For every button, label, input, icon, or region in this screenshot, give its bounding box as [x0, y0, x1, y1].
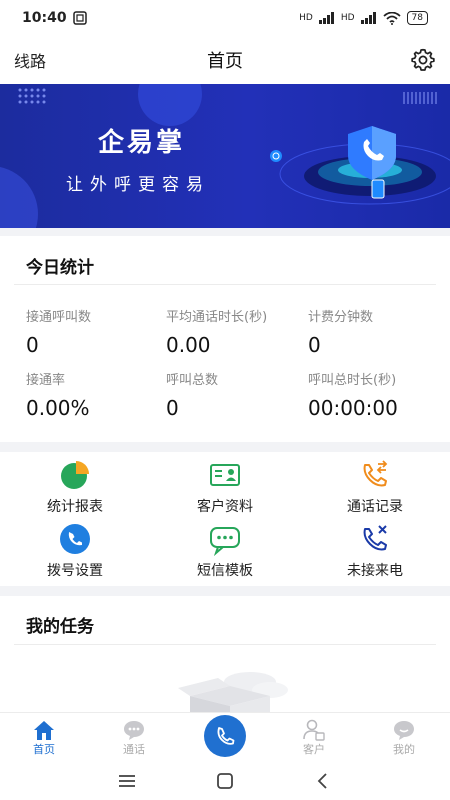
tasks-title: 我的任务 [26, 617, 94, 637]
stat-value: 0.00% [26, 396, 90, 420]
feature-menu: 统计报表 客户资料 通话记录 拨号设置 短信模板 未接来电 [0, 452, 450, 586]
stat-label: 呼叫总数 [166, 373, 219, 388]
tab-label: 我的 [393, 743, 415, 756]
phone-icon [217, 727, 235, 745]
stat-value: 0.00 [166, 333, 211, 357]
menu-dial-settings[interactable]: 拨号设置 [0, 522, 150, 580]
stat-value: 0 [166, 396, 179, 420]
person-icon [303, 719, 325, 741]
pie-chart-icon [61, 461, 89, 489]
tab-label: 首页 [33, 743, 55, 756]
stats-divider [14, 284, 436, 285]
home-button-icon[interactable] [214, 770, 236, 792]
banner-title: 企易掌 [98, 128, 186, 158]
stat-value: 00:00:00 [308, 396, 398, 420]
stat-connect-rate: 接通率 0.00% [26, 369, 90, 420]
stats-title: 今日统计 [26, 258, 94, 278]
sms-template-icon [210, 527, 240, 556]
page-title: 首页 [207, 51, 243, 72]
back-icon[interactable] [312, 770, 334, 792]
stat-label: 接通呼叫数 [26, 310, 92, 325]
promo-banner[interactable]: 企易掌 让外呼更容易 [0, 84, 450, 228]
stat-total-calls: 呼叫总数 0 [166, 369, 218, 420]
stat-billing-minutes: 计费分钟数 0 [308, 306, 373, 357]
menu-label: 通话记录 [347, 499, 403, 515]
today-stats-card: 今日统计 接通呼叫数 0 平均通话时长(秒) 0.00 计费分钟数 0 接通率 … [0, 236, 450, 442]
status-time: 10:40 [22, 10, 67, 26]
gear-icon[interactable] [410, 47, 436, 73]
stat-value: 0 [308, 333, 321, 357]
menu-label: 拨号设置 [47, 563, 103, 579]
network-label-1: HD [299, 13, 313, 23]
system-nav-bar [0, 762, 450, 800]
menu-label: 统计报表 [47, 499, 103, 515]
tab-calls[interactable]: 通话 [104, 719, 164, 757]
stat-label: 平均通话时长(秒) [166, 310, 268, 325]
stat-total-duration: 呼叫总时长(秒) 00:00:00 [308, 369, 398, 420]
signal-icon [318, 12, 334, 24]
chat-icon [124, 721, 144, 740]
network-label-2: HD [340, 13, 355, 23]
line-button[interactable]: 线路 [14, 48, 46, 72]
signal-icon-2 [360, 12, 376, 24]
contact-card-icon [210, 464, 240, 486]
menu-label: 客户资料 [197, 499, 253, 515]
tab-dial[interactable] [204, 715, 246, 757]
stat-label: 接通率 [26, 373, 66, 388]
status-bar: 10:40 HD HD 78 [0, 0, 450, 36]
stat-connected-calls: 接通呼叫数 0 [26, 306, 91, 357]
missed-call-icon [363, 525, 387, 551]
empty-box-illustration [178, 672, 288, 712]
menu-icon[interactable] [116, 770, 138, 792]
menu-stats-report[interactable]: 统计报表 [0, 458, 150, 516]
tab-customers[interactable]: 客户 [284, 719, 344, 757]
bottom-tab-bar: 首页 通话 客户 我的 [0, 712, 450, 762]
menu-customer-info[interactable]: 客户资料 [150, 458, 300, 516]
app-header: 线路 首页 [0, 36, 450, 84]
tab-label: 通话 [123, 743, 145, 756]
battery-indicator: 78 [406, 11, 428, 25]
home-icon [34, 721, 54, 740]
menu-call-log[interactable]: 通话记录 [300, 458, 450, 516]
banner-subtitle: 让外呼更容易 [66, 175, 210, 195]
status-left: 10:40 [22, 10, 87, 26]
banner-decoration [0, 84, 450, 228]
my-tasks-card: 我的任务 [0, 596, 450, 712]
call-log-icon [363, 460, 388, 487]
profile-icon [394, 721, 414, 740]
wifi-icon [382, 11, 401, 25]
menu-label: 短信模板 [197, 563, 253, 579]
stat-label: 计费分钟数 [308, 310, 374, 325]
tab-home[interactable]: 首页 [14, 719, 74, 757]
dial-settings-icon [60, 524, 90, 554]
status-right: HD HD 78 [299, 11, 428, 25]
menu-label: 未接来电 [347, 563, 403, 579]
stat-value: 0 [26, 333, 39, 357]
tasks-divider [14, 644, 436, 645]
stat-label: 呼叫总时长(秒) [308, 373, 397, 388]
tab-profile[interactable]: 我的 [374, 719, 434, 757]
notification-icon [72, 11, 87, 25]
stat-avg-duration: 平均通话时长(秒) 0.00 [166, 306, 267, 357]
menu-sms-template[interactable]: 短信模板 [150, 522, 300, 580]
menu-missed-calls[interactable]: 未接来电 [300, 522, 450, 580]
tab-label: 客户 [303, 743, 325, 756]
